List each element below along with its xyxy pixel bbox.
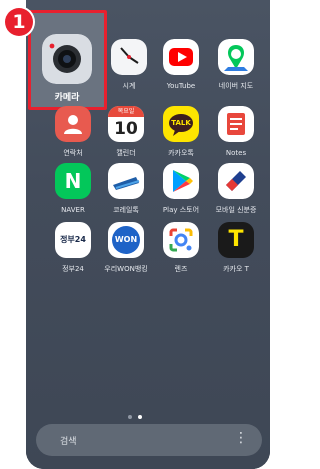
play-store-icon bbox=[163, 163, 199, 199]
calendar-date: 10 bbox=[114, 119, 138, 139]
camera-icon bbox=[42, 34, 92, 84]
google-lens-icon bbox=[163, 222, 199, 258]
page-indicator bbox=[0, 404, 270, 423]
app-woori-won[interactable]: WON 우리WON뱅킹 bbox=[96, 219, 156, 287]
gov24-glyph: 정부24 bbox=[60, 235, 86, 244]
app-korail[interactable]: KTX 코레일톡 bbox=[96, 160, 156, 228]
app-play-store[interactable]: Play 스토어 bbox=[151, 160, 211, 228]
app-label: 모바일 신분증 bbox=[215, 206, 257, 214]
kakaotalk-badge-text: TALK bbox=[171, 119, 191, 127]
contacts-icon bbox=[55, 106, 91, 142]
app-kakao-t[interactable]: T 카카오 T bbox=[206, 219, 266, 287]
app-youtube[interactable]: YouTube bbox=[151, 36, 211, 104]
korail-icon: KTX bbox=[108, 163, 144, 199]
app-label: 네이버 지도 bbox=[218, 82, 254, 90]
naver-glyph: N bbox=[64, 169, 82, 193]
calendar-day-label: 목요일 bbox=[108, 106, 144, 117]
app-google-lens[interactable]: 렌즈 bbox=[151, 219, 211, 287]
kakao-t-glyph: T bbox=[228, 227, 244, 252]
step-badge: 1 bbox=[5, 8, 33, 36]
app-naver-map[interactable]: 네이버 지도 bbox=[206, 36, 266, 104]
naver-map-icon bbox=[218, 39, 254, 75]
kakao-t-icon: T bbox=[218, 222, 254, 258]
search-label: 검색 bbox=[60, 437, 77, 447]
app-search-bar[interactable]: 검색 ⋮ bbox=[36, 424, 262, 456]
kakaotalk-icon: TALK bbox=[163, 106, 199, 142]
youtube-icon bbox=[163, 39, 199, 75]
app-label: Notes bbox=[225, 149, 247, 157]
app-clock[interactable]: 시계 bbox=[99, 36, 159, 104]
app-naver[interactable]: N NAVER bbox=[43, 160, 103, 228]
app-label: 카메라 bbox=[54, 93, 80, 103]
woori-glyph: WON bbox=[114, 235, 138, 244]
page-dot[interactable] bbox=[128, 415, 132, 419]
mobile-id-icon bbox=[218, 163, 254, 199]
notes-icon bbox=[218, 106, 254, 142]
korail-glyph: KTX bbox=[112, 173, 124, 179]
clock-icon bbox=[111, 39, 147, 75]
naver-icon: N bbox=[55, 163, 91, 199]
app-camera[interactable]: 카메라 bbox=[36, 34, 98, 114]
app-label: 카카오 T bbox=[223, 265, 249, 273]
more-options-icon[interactable]: ⋮ bbox=[234, 430, 248, 446]
app-mobile-id[interactable]: 모바일 신분증 bbox=[206, 160, 266, 228]
calendar-icon: 목요일 10 bbox=[108, 106, 144, 142]
page-dot-active[interactable] bbox=[138, 415, 142, 419]
gov24-icon: 정부24 bbox=[55, 222, 91, 258]
app-gov24[interactable]: 정부24 정부24 bbox=[43, 219, 103, 287]
woori-won-icon: WON bbox=[108, 222, 144, 258]
